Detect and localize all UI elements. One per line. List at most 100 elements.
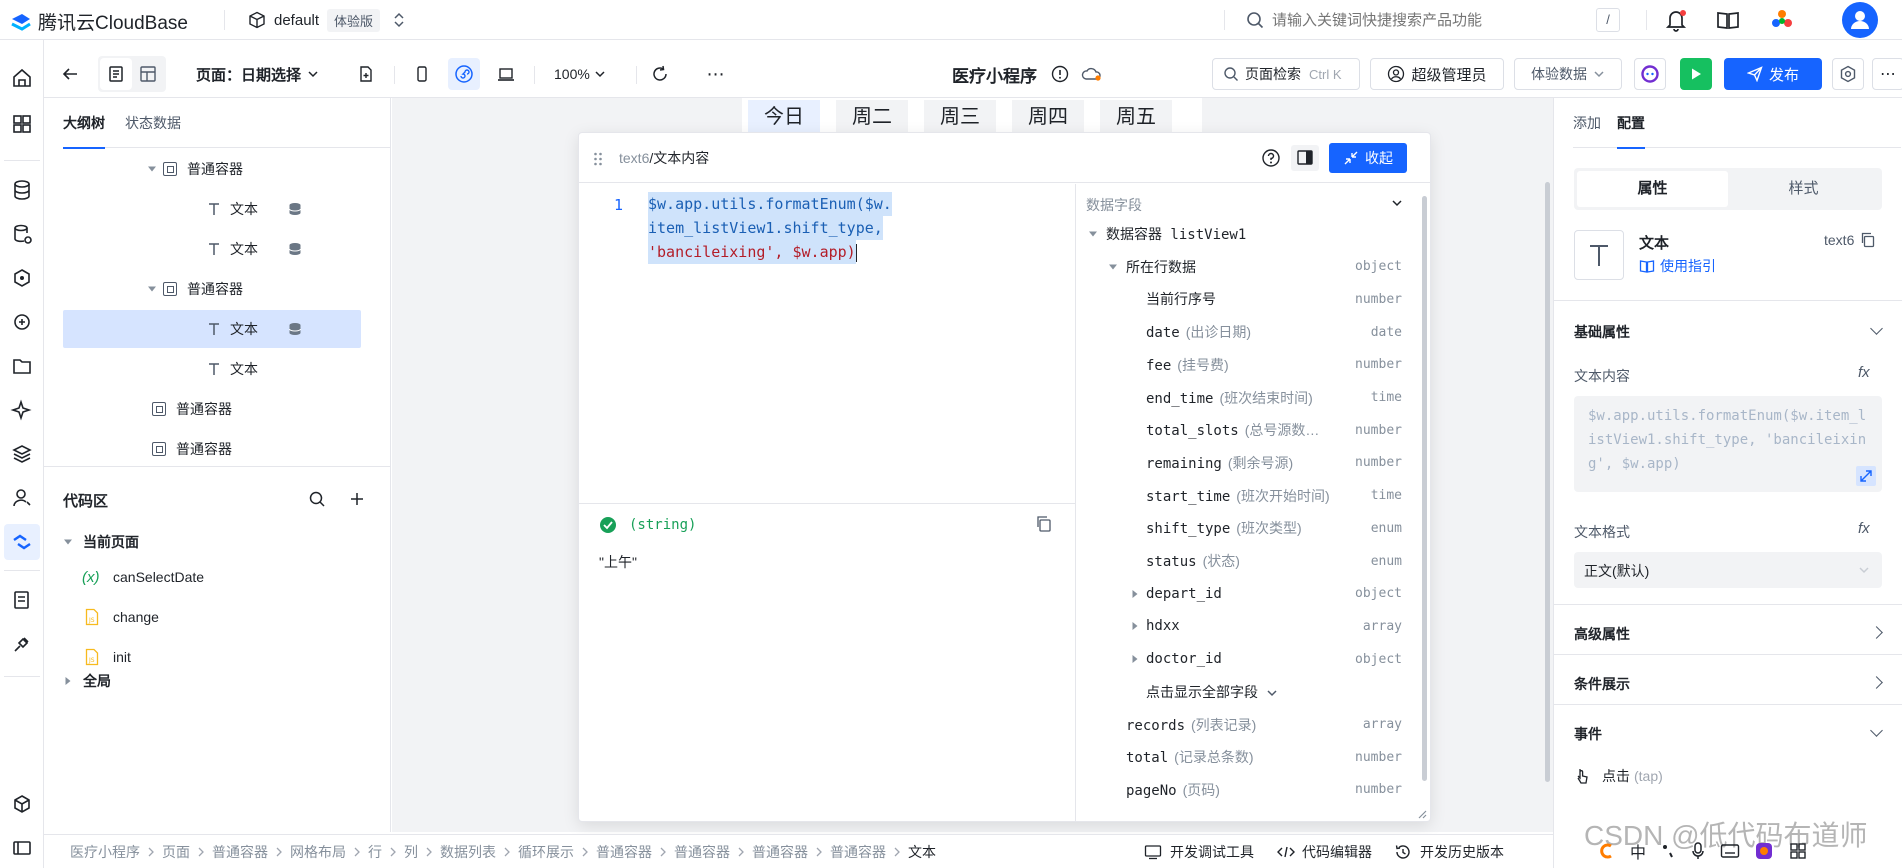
breadcrumb-item[interactable]: 普通容器 [596, 842, 652, 862]
toggle-panel-button[interactable] [1291, 145, 1319, 171]
tab-state-data[interactable]: 状态数据 [125, 98, 181, 148]
advanced-props-header[interactable]: 高级属性 [1554, 614, 1902, 650]
desktop-preview-button[interactable] [490, 58, 522, 90]
data-field-row[interactable]: date (出诊日期) date [1076, 316, 1422, 348]
tab-add[interactable]: 添加 [1573, 98, 1601, 148]
help-icon[interactable] [1261, 148, 1281, 168]
code-editor[interactable]: 1 $w.app.utils.formatEnum($w. item_listV… [579, 184, 1075, 503]
nav-plugins[interactable] [4, 626, 40, 662]
notification-button[interactable] [1662, 6, 1690, 34]
breadcrumb-item[interactable]: 普通容器 [674, 842, 730, 862]
nav-integrations[interactable] [4, 436, 40, 472]
breadcrumb-item[interactable]: 列 [404, 842, 418, 862]
punctuation-icon[interactable] [1660, 842, 1676, 860]
cloud-sync-icon[interactable] [1081, 65, 1103, 83]
nav-logs[interactable] [4, 582, 40, 618]
ime-chinese-indicator[interactable]: 中 [1630, 839, 1646, 863]
data-field-row[interactable]: records (列表记录) array [1076, 709, 1422, 741]
breadcrumb-item[interactable]: 普通容器 [752, 842, 808, 862]
nav-storage[interactable] [4, 348, 40, 384]
drag-handle-icon[interactable] [593, 151, 603, 167]
data-field-row[interactable]: fee (挂号费) number [1076, 349, 1422, 381]
text-content-field[interactable]: $w.app.utils.formatEnum($w.item_listView… [1574, 396, 1882, 492]
fx-icon[interactable]: fx [1858, 520, 1870, 537]
fields-scrollbar[interactable] [1422, 196, 1427, 781]
seg-styles[interactable]: 样式 [1728, 171, 1879, 207]
docs-button[interactable] [1714, 6, 1742, 34]
day-tab[interactable]: 今日 [748, 100, 820, 132]
nav-ai[interactable] [4, 392, 40, 428]
ai-assistant-button[interactable] [1634, 58, 1666, 90]
tab-outline-tree[interactable]: 大纲树 [63, 98, 105, 149]
data-field-row[interactable]: 当前行序号 number [1076, 283, 1422, 315]
breadcrumb-item[interactable]: 医疗小程序 [70, 842, 140, 862]
more-tools-button[interactable]: ⋯ [700, 58, 732, 90]
sogou-ime-icon[interactable] [1596, 841, 1616, 861]
back-button[interactable] [54, 58, 86, 90]
expand-editor-button[interactable] [1856, 466, 1876, 486]
resize-handle-icon[interactable] [1415, 807, 1427, 819]
data-field-row[interactable]: 点击显示全部字段 [1076, 676, 1422, 708]
settings-button[interactable] [1832, 58, 1864, 90]
outline-tree-row[interactable]: 普通容器 [63, 270, 361, 308]
app-tray-icon[interactable] [1754, 841, 1774, 861]
page-view-button[interactable] [100, 58, 132, 90]
run-button[interactable] [1680, 58, 1712, 90]
breadcrumb-item[interactable]: 文本 [908, 842, 936, 862]
nav-extensions[interactable] [4, 786, 40, 822]
nav-database[interactable] [4, 172, 40, 208]
publish-button[interactable]: 发布 [1724, 58, 1822, 90]
add-icon[interactable] [348, 490, 366, 508]
conditional-display-header[interactable]: 条件展示 [1554, 664, 1902, 700]
outline-tree-row[interactable]: 文本 [63, 350, 361, 388]
usage-guide-link[interactable]: 使用指引 [1639, 256, 1716, 276]
data-field-row[interactable]: start_time (班次开始时间) time [1076, 480, 1422, 512]
layout-view-button[interactable] [132, 58, 164, 90]
basic-props-header[interactable]: 基础属性 [1554, 312, 1902, 348]
nav-users[interactable] [4, 480, 40, 516]
data-field-row[interactable]: total_slots (总号源数… number [1076, 414, 1422, 446]
data-field-row[interactable]: pageNo (页码) number [1076, 774, 1422, 806]
brand[interactable]: 腾讯云CloudBase [10, 8, 188, 35]
text-format-select[interactable]: 正文(默认) [1574, 552, 1882, 588]
dev-debug-tool[interactable]: 开发调试工具 [1144, 842, 1254, 862]
data-field-row[interactable]: 所在行数据 object [1076, 251, 1422, 283]
tab-config[interactable]: 配置 [1617, 98, 1645, 149]
zoom-selector[interactable]: 100% [546, 58, 614, 90]
apps-button[interactable] [1768, 6, 1796, 34]
data-mode-select[interactable]: 体验数据 [1514, 58, 1622, 90]
copy-icon[interactable] [1860, 232, 1876, 248]
code-global[interactable]: 全局 [63, 665, 111, 697]
breadcrumb-item[interactable]: 普通容器 [830, 842, 886, 862]
breadcrumb-item[interactable]: 普通容器 [212, 842, 268, 862]
seg-properties[interactable]: 属性 [1577, 171, 1728, 207]
refresh-button[interactable] [644, 58, 676, 90]
page-search-button[interactable]: 页面检索 Ctrl K [1212, 58, 1360, 90]
outline-tree-row[interactable]: 普通容器 [63, 430, 361, 466]
outline-tree-row[interactable]: 文本 [63, 190, 361, 228]
info-icon[interactable] [1051, 65, 1069, 83]
breadcrumb-item[interactable]: 行 [368, 842, 382, 862]
data-field-row[interactable]: end_time (班次结束时间) time [1076, 382, 1422, 414]
nav-lowcode[interactable] [4, 524, 40, 560]
breadcrumb-item[interactable]: 页面 [162, 842, 190, 862]
keyboard-icon[interactable] [1720, 842, 1740, 860]
event-click-row[interactable]: 点击 (tap) [1574, 766, 1663, 786]
copy-icon[interactable] [1035, 515, 1053, 533]
data-field-row[interactable]: total (记录总条数) number [1076, 741, 1422, 773]
events-header[interactable]: 事件 [1554, 714, 1902, 750]
fields-header[interactable]: 数据字段 [1086, 192, 1416, 216]
code-editor-tool[interactable]: 代码编辑器 [1276, 842, 1372, 862]
code-current-page[interactable]: 当前页面 [63, 526, 139, 558]
data-field-row[interactable]: remaining (剩余号源) number [1076, 447, 1422, 479]
search-input[interactable] [1272, 11, 1572, 29]
outline-tree-row[interactable]: 普通容器 [63, 390, 361, 428]
day-tab[interactable]: 周二 [836, 100, 908, 132]
role-button[interactable]: 超级管理员 [1370, 58, 1504, 90]
data-field-row[interactable]: doctor_id object [1076, 643, 1422, 675]
data-field-row[interactable]: shift_type (班次类型) enum [1076, 512, 1422, 544]
collapse-button[interactable]: 收起 [1329, 143, 1407, 173]
nav-api[interactable] [4, 304, 40, 340]
data-field-row[interactable]: status (状态) enum [1076, 545, 1422, 577]
day-tab[interactable]: 周五 [1100, 100, 1172, 132]
